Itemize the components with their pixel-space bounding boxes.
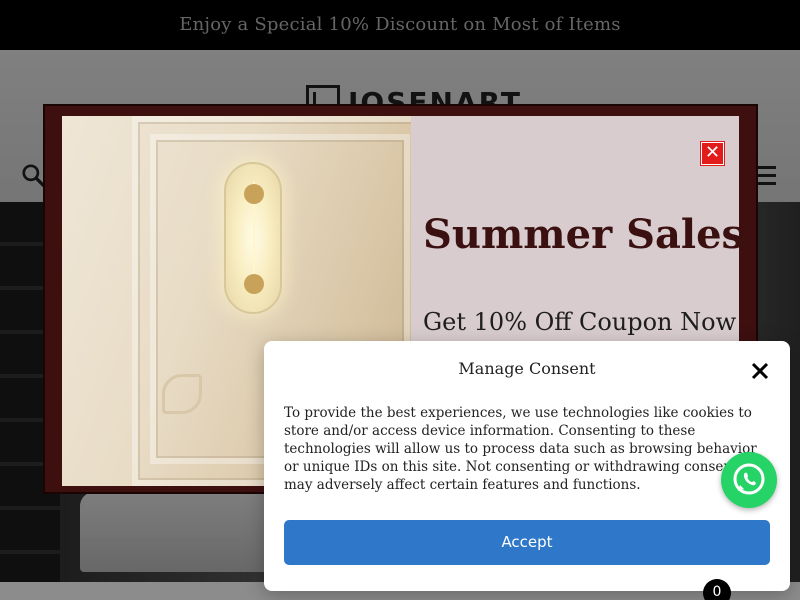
cart-count: 0: [712, 584, 722, 600]
wall-ornament-image: [162, 374, 202, 414]
accept-button[interactable]: Accept: [284, 520, 770, 565]
cart-count-badge[interactable]: 0: [703, 579, 731, 600]
consent-body: To provide the best experiences, we use …: [284, 405, 757, 493]
popup-close-button[interactable]: ✕: [700, 141, 725, 166]
consent-dialog: Manage Consent To provide the best exper…: [264, 341, 790, 591]
consent-close-icon[interactable]: [750, 361, 770, 381]
promo-title: Summer Sales: [423, 211, 745, 258]
wall-lamp-image: [224, 162, 282, 314]
whatsapp-button[interactable]: [721, 452, 777, 508]
close-icon: ✕: [704, 142, 721, 163]
promo-subtitle: Get 10% Off Coupon Now: [423, 308, 737, 336]
whatsapp-icon: [733, 463, 765, 495]
consent-title: Manage Consent: [458, 359, 596, 378]
